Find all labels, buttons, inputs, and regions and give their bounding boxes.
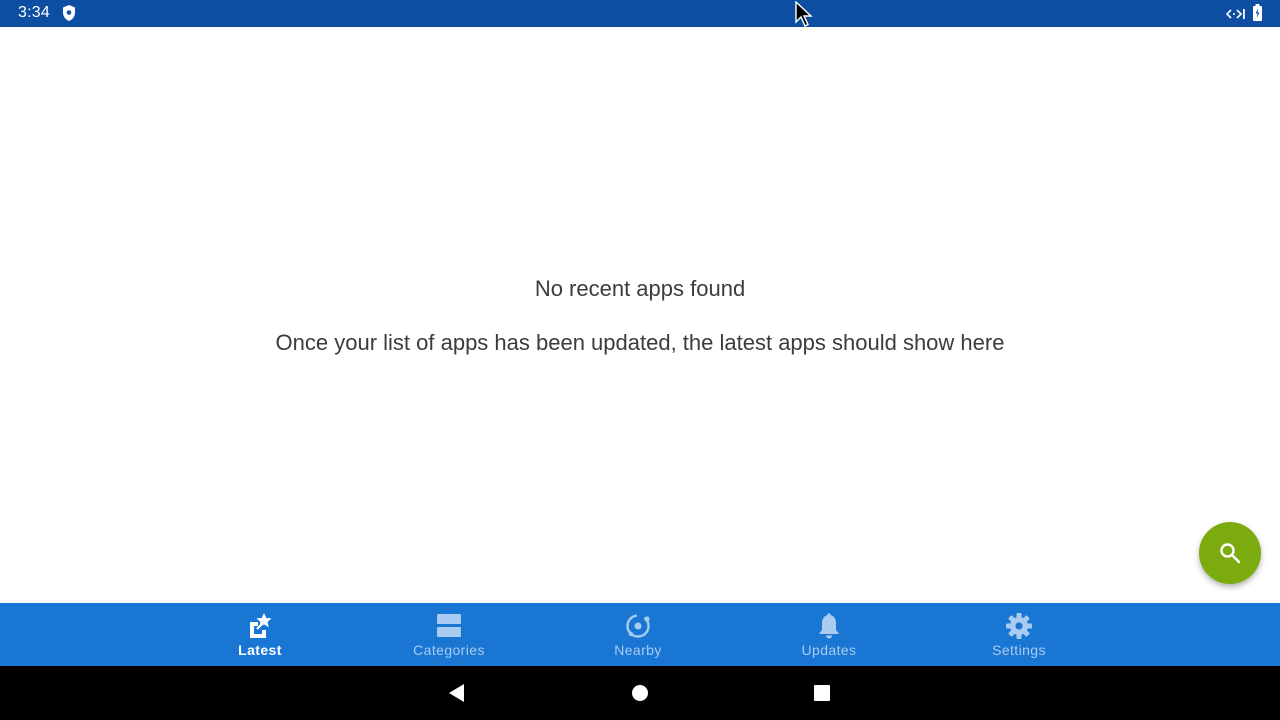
system-navigation-bar: [0, 666, 1280, 720]
nav-label-nearby: Nearby: [614, 642, 662, 658]
nav-item-updates[interactable]: Updates: [769, 603, 889, 666]
empty-state-message: Once your list of apps has been updated,…: [275, 330, 1005, 355]
nav-item-latest[interactable]: Latest: [200, 603, 320, 666]
mouse-cursor-icon: [795, 1, 813, 27]
latest-star-icon: [250, 613, 272, 638]
recents-icon[interactable]: [814, 685, 830, 701]
categories-icon: [437, 614, 461, 637]
status-bar: 3:34: [0, 0, 1280, 27]
empty-state-title: No recent apps found: [534, 276, 746, 301]
battery-icon: [1253, 4, 1262, 21]
nav-item-categories[interactable]: Categories: [389, 603, 509, 666]
nav-item-nearby[interactable]: Nearby: [578, 603, 698, 666]
bell-icon: [819, 613, 839, 639]
home-icon[interactable]: [632, 685, 648, 701]
nav-label-updates: Updates: [801, 642, 857, 658]
network-icon: [1226, 9, 1245, 19]
nearby-icon: [626, 614, 650, 638]
gear-icon: [1006, 613, 1032, 639]
status-time: 3:34: [18, 4, 50, 21]
screen: 3:34 No recent apps found Once your list…: [0, 0, 1280, 720]
latest-apps-panel: No recent apps found Once your list of a…: [0, 27, 1280, 603]
search-button[interactable]: [1199, 522, 1261, 584]
nav-label-latest: Latest: [238, 642, 282, 658]
nav-label-settings: Settings: [992, 642, 1046, 658]
bottom-navigation: Latest Categories Nearby Updates Setting…: [0, 603, 1280, 666]
shield-icon: [63, 5, 75, 21]
back-icon[interactable]: [447, 683, 467, 703]
nav-item-settings[interactable]: Settings: [959, 603, 1079, 666]
nav-label-categories: Categories: [413, 642, 485, 658]
search-icon: [1220, 543, 1241, 564]
